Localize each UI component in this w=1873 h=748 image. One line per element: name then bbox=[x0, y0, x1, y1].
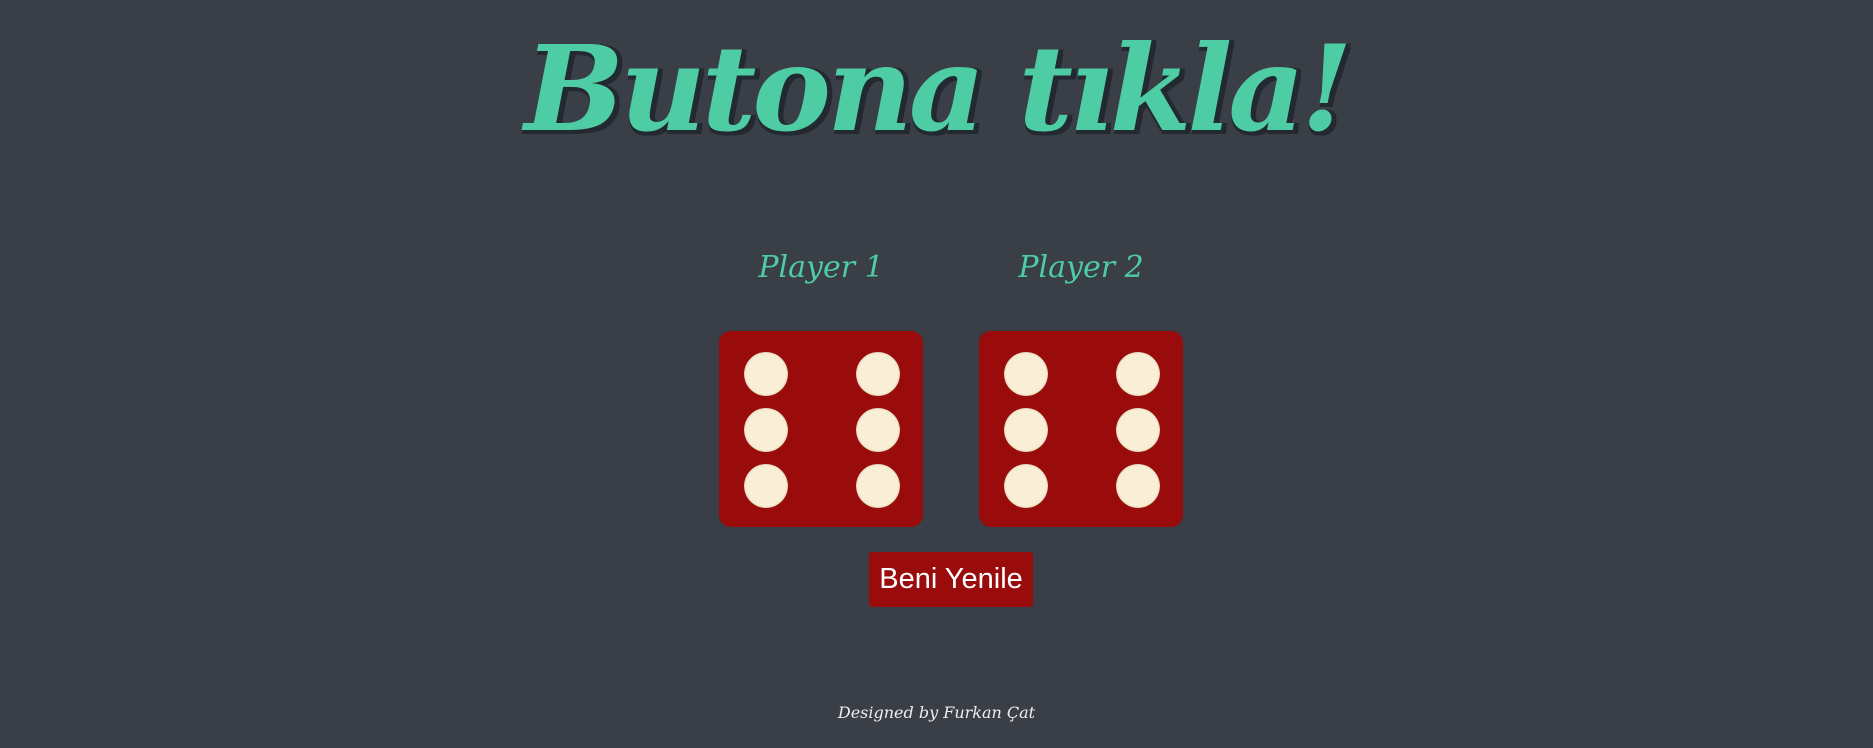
player-1-label: Player 1 bbox=[758, 250, 884, 285]
die-pip bbox=[744, 352, 788, 396]
die-pip bbox=[1116, 408, 1160, 452]
die-pip bbox=[856, 408, 900, 452]
die-pip bbox=[744, 464, 788, 508]
player-2-label: Player 2 bbox=[1018, 250, 1144, 285]
player-2-die bbox=[979, 331, 1183, 527]
page-title: Butona tıkla! bbox=[524, 19, 1352, 158]
die-pip bbox=[1116, 352, 1160, 396]
die-pip bbox=[1116, 464, 1160, 508]
player-1-die bbox=[719, 331, 923, 527]
footer-credit: Designed by Furkan Çat bbox=[837, 703, 1036, 722]
refresh-button[interactable]: Beni Yenile bbox=[869, 552, 1033, 607]
die-pip bbox=[856, 464, 900, 508]
die-pip bbox=[1004, 352, 1048, 396]
die-pip bbox=[1004, 464, 1048, 508]
die-pip bbox=[744, 408, 788, 452]
die-pip bbox=[856, 352, 900, 396]
die-pip bbox=[1004, 408, 1048, 452]
